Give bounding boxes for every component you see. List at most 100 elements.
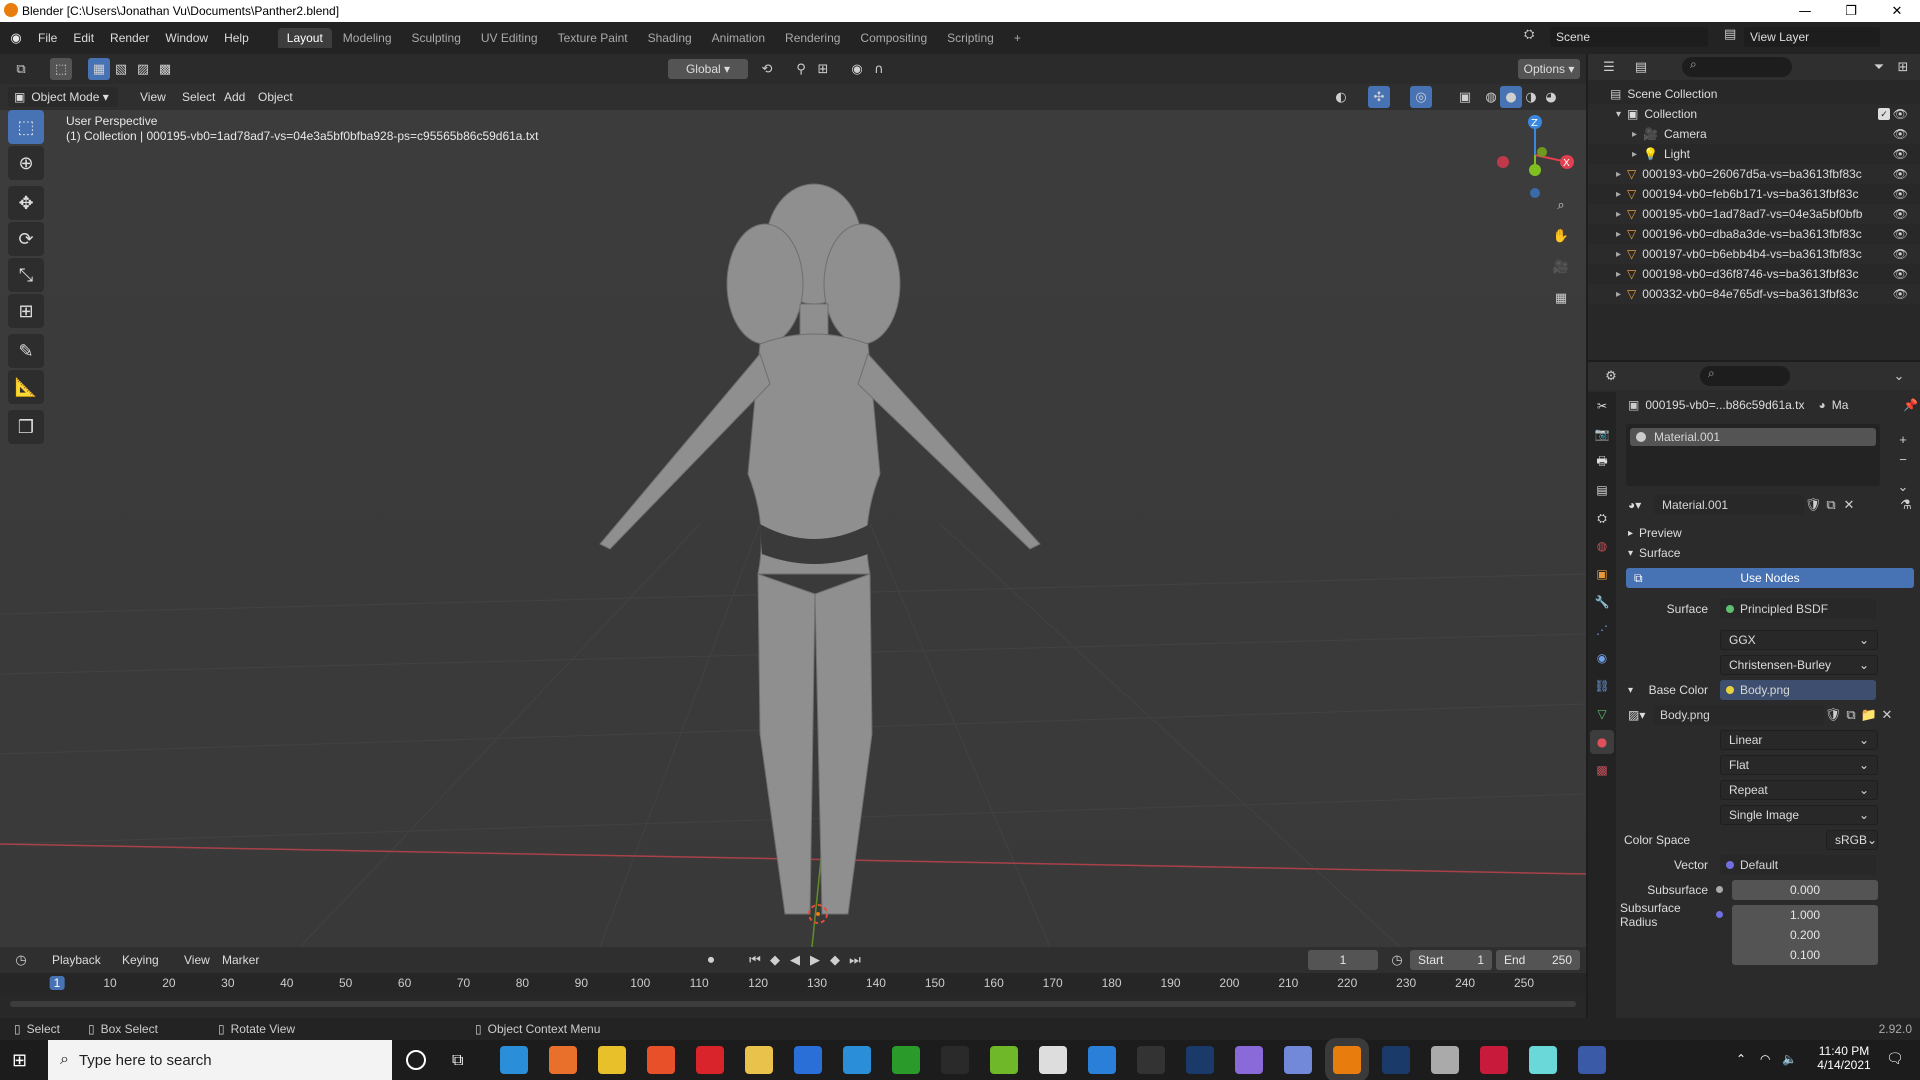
- open-image-icon[interactable]: 📁: [1860, 704, 1878, 726]
- volume-icon[interactable]: 🔈: [1782, 1052, 1797, 1066]
- view-layer-tab-icon[interactable]: ▤: [1590, 478, 1614, 502]
- chevron-right-icon[interactable]: ▸: [1632, 149, 1637, 160]
- opera-icon[interactable]: [696, 1046, 724, 1074]
- minimize-button[interactable]: —: [1782, 0, 1828, 22]
- eye-icon[interactable]: 👁: [1893, 107, 1908, 121]
- end-frame-field[interactable]: End 250: [1496, 950, 1580, 970]
- visibility-icon[interactable]: ◐: [1330, 86, 1352, 108]
- data-tab-icon[interactable]: ▽: [1590, 702, 1614, 726]
- tab-modeling[interactable]: Modeling: [334, 28, 401, 48]
- record-icon[interactable]: ⏺: [700, 949, 722, 971]
- subsurface-method-dropdown[interactable]: Christensen-Burley ⌄: [1720, 655, 1878, 675]
- chevron-down-icon[interactable]: ▾: [1628, 685, 1633, 696]
- network-icon[interactable]: ◠: [1760, 1052, 1770, 1066]
- tab-sculpting[interactable]: Sculpting: [403, 28, 470, 48]
- jump-end-icon[interactable]: ⏭: [844, 949, 866, 971]
- select-extend-icon[interactable]: ▧: [110, 58, 132, 80]
- material-name-field[interactable]: Material.001: [1654, 495, 1804, 515]
- app-icon[interactable]: [1529, 1046, 1557, 1074]
- outliner-editor-icon[interactable]: ☰: [1598, 56, 1620, 78]
- eye-icon[interactable]: 👁: [1893, 247, 1908, 261]
- eye-icon[interactable]: 👁: [1893, 147, 1908, 161]
- interpolation-dropdown[interactable]: Linear ⌄: [1720, 730, 1878, 750]
- falloff-icon[interactable]: ∩: [868, 58, 890, 80]
- play-reverse-icon[interactable]: ◀: [784, 949, 806, 971]
- tab-uv-editing[interactable]: UV Editing: [472, 28, 547, 48]
- blender-menu-icon[interactable]: ◉: [6, 28, 26, 48]
- snap-target-icon[interactable]: ⊞: [812, 58, 834, 80]
- chevron-down-icon[interactable]: ▾: [1616, 109, 1621, 120]
- outliner-row-collection[interactable]: ▾ ▣ Collection ✓ 👁: [1588, 104, 1920, 124]
- eye-icon[interactable]: 👁: [1893, 207, 1908, 221]
- unlink-material-icon[interactable]: ✕: [1840, 494, 1858, 516]
- tab-scripting[interactable]: Scripting: [938, 28, 1003, 48]
- surface-panel-header[interactable]: ▾ Surface: [1628, 542, 1680, 564]
- next-keyframe-icon[interactable]: ◆: [824, 949, 846, 971]
- tool-tab-icon[interactable]: ✂: [1590, 394, 1614, 418]
- zoom-view-icon[interactable]: ⌕: [1550, 194, 1572, 216]
- browse-image-icon[interactable]: ▨▾: [1628, 708, 1652, 722]
- amd-icon[interactable]: [941, 1046, 969, 1074]
- viewport-menu-view[interactable]: View: [132, 90, 174, 104]
- fake-user-icon[interactable]: 🛡: [1804, 494, 1822, 516]
- menu-window[interactable]: Window: [157, 31, 216, 45]
- duplicate-material-icon[interactable]: ⧉: [1822, 494, 1840, 516]
- extension-dropdown[interactable]: Repeat ⌄: [1720, 780, 1878, 800]
- windows-start-icon[interactable]: ⊞: [12, 1050, 32, 1071]
- outliner-row-item[interactable]: ▸ ▽ 000197-vb0=b6ebb4b4-vs=ba3613fbf83c 👁: [1588, 244, 1920, 264]
- wireframe-shading-icon[interactable]: ◍: [1480, 86, 1502, 108]
- select-intersect-icon[interactable]: ▩: [154, 58, 176, 80]
- current-frame-field[interactable]: 1: [1308, 950, 1378, 970]
- outliner-row-item[interactable]: ▸ ▽ 000194-vb0=feb6b171-vs=ba3613fbf83c 👁: [1588, 184, 1920, 204]
- material-shading-icon[interactable]: ◑: [1520, 86, 1542, 108]
- snap-icon[interactable]: ⚲: [790, 58, 812, 80]
- filter-icon[interactable]: ⏷: [1868, 56, 1890, 78]
- color-space-dropdown[interactable]: sRGB ⌄: [1826, 830, 1878, 850]
- timeline-menu-view[interactable]: View: [176, 953, 218, 967]
- jump-start-icon[interactable]: ⏮: [744, 949, 766, 971]
- unity-icon[interactable]: [1039, 1046, 1067, 1074]
- prev-keyframe-icon[interactable]: ◆: [764, 949, 786, 971]
- base-color-field[interactable]: Body.png: [1720, 680, 1876, 700]
- scene-selector[interactable]: Scene: [1550, 27, 1708, 47]
- outliner-row-scene-collection[interactable]: ▤ Scene Collection: [1588, 84, 1920, 104]
- epic-games-icon[interactable]: [1137, 1046, 1165, 1074]
- firefox-icon[interactable]: [549, 1046, 577, 1074]
- chevron-right-icon[interactable]: ▸: [1616, 249, 1621, 260]
- timeline-scrollbar[interactable]: [10, 1001, 1576, 1007]
- taskbar-search-box[interactable]: ⌕ Type here to search: [48, 1040, 392, 1080]
- app-icon[interactable]: [1431, 1046, 1459, 1074]
- subsurface-radius-x-field[interactable]: 1.000: [1732, 905, 1878, 925]
- timeline-editor-icon[interactable]: ◷: [10, 949, 32, 971]
- transform-tool-icon[interactable]: ⊞: [8, 294, 44, 328]
- tab-compositing[interactable]: Compositing: [851, 28, 936, 48]
- distribution-dropdown[interactable]: GGX ⌄: [1720, 630, 1878, 650]
- eye-icon[interactable]: 👁: [1893, 287, 1908, 301]
- fake-user-icon[interactable]: 🛡: [1824, 704, 1842, 726]
- particles-tab-icon[interactable]: ⋰: [1590, 618, 1614, 642]
- edge-icon[interactable]: [500, 1046, 528, 1074]
- preview-panel-header[interactable]: ▸ Preview: [1628, 522, 1682, 544]
- outliner-row-item[interactable]: ▸ ▽ 000193-vb0=26067d5a-vs=ba3613fbf83c 👁: [1588, 164, 1920, 184]
- eye-icon[interactable]: 👁: [1893, 127, 1908, 141]
- scale-tool-icon[interactable]: ⤡: [8, 258, 44, 292]
- use-nodes-button[interactable]: ⧉ Use Nodes: [1626, 568, 1914, 588]
- blender-icon[interactable]: [1333, 1046, 1361, 1074]
- subsurface-field[interactable]: 0.000: [1732, 880, 1878, 900]
- tab-shading[interactable]: Shading: [639, 28, 701, 48]
- vector-field[interactable]: Default: [1720, 855, 1876, 875]
- material-tab-icon[interactable]: ●: [1590, 730, 1614, 754]
- mode-dropdown[interactable]: ▣ Object Mode ▾: [8, 87, 118, 107]
- options-dropdown[interactable]: Options ▾: [1518, 59, 1580, 79]
- chrome-icon[interactable]: [598, 1046, 626, 1074]
- projection-dropdown[interactable]: Flat ⌄: [1720, 755, 1878, 775]
- chevron-right-icon[interactable]: ▸: [1632, 129, 1637, 140]
- steam-icon[interactable]: [1382, 1046, 1410, 1074]
- eye-icon[interactable]: 👁: [1893, 267, 1908, 281]
- file-explorer-icon[interactable]: [745, 1046, 773, 1074]
- object-tab-icon[interactable]: ▣: [1590, 562, 1614, 586]
- eye-icon[interactable]: 👁: [1893, 227, 1908, 241]
- annotate-tool-icon[interactable]: ✎: [8, 334, 44, 368]
- outliner-row-item[interactable]: ▸ ▽ 000198-vb0=d36f8746-vs=ba3613fbf83c 👁: [1588, 264, 1920, 284]
- xbox-icon[interactable]: [892, 1046, 920, 1074]
